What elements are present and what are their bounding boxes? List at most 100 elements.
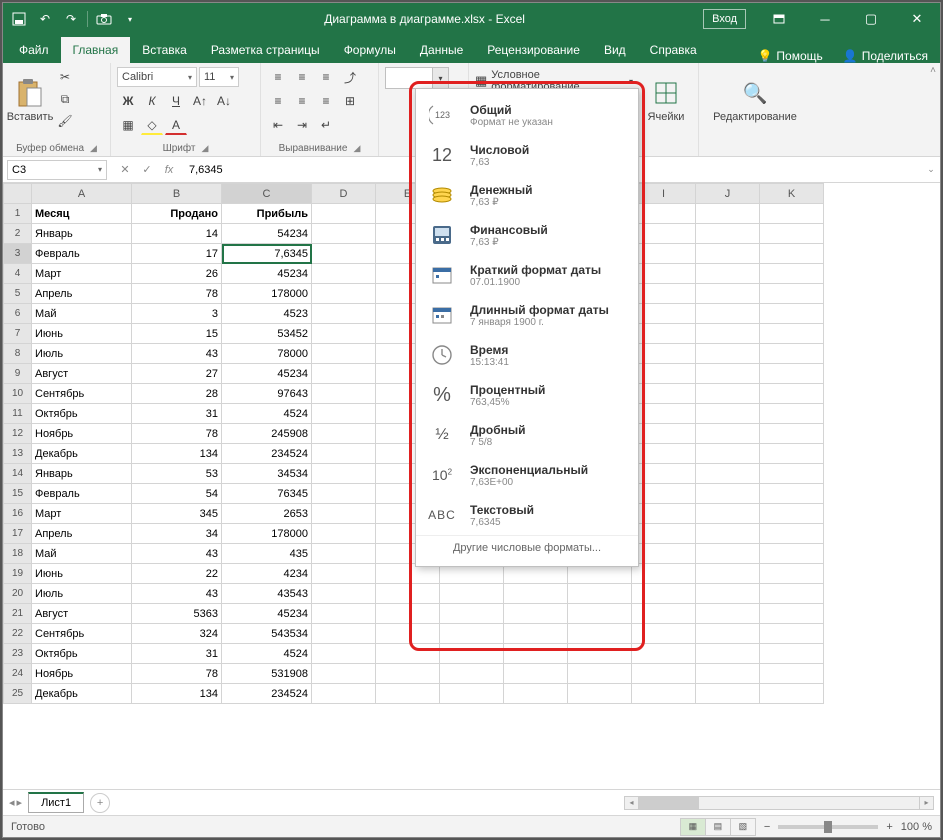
row-header[interactable]: 18: [4, 544, 32, 564]
cell[interactable]: Август: [32, 364, 132, 384]
format-option-pct[interactable]: % Процентный 763,45%: [416, 375, 638, 415]
cell[interactable]: [632, 304, 696, 324]
cell[interactable]: [696, 464, 760, 484]
cell[interactable]: [632, 424, 696, 444]
cell[interactable]: [760, 484, 824, 504]
cell[interactable]: 3: [132, 304, 222, 324]
cell[interactable]: 43: [132, 544, 222, 564]
row-header[interactable]: 23: [4, 644, 32, 664]
cell[interactable]: [312, 444, 376, 464]
row-header[interactable]: 6: [4, 304, 32, 324]
cell[interactable]: Июль: [32, 344, 132, 364]
format-option-acct[interactable]: Финансовый 7,63 ₽: [416, 215, 638, 255]
cell[interactable]: 31: [132, 644, 222, 664]
tellme-label[interactable]: Помощь: [776, 49, 822, 63]
cell[interactable]: [696, 404, 760, 424]
align-middle-icon[interactable]: ≡: [291, 67, 313, 87]
cell[interactable]: 178000: [222, 284, 312, 304]
cell[interactable]: [312, 304, 376, 324]
cell[interactable]: Июль: [32, 584, 132, 604]
cell[interactable]: [632, 324, 696, 344]
cell[interactable]: [632, 604, 696, 624]
cell[interactable]: [760, 504, 824, 524]
row-header[interactable]: 21: [4, 604, 32, 624]
cell[interactable]: 2653: [222, 504, 312, 524]
cell[interactable]: [632, 284, 696, 304]
tab-view[interactable]: Вид: [592, 37, 638, 63]
scroll-left-icon[interactable]: ◂: [625, 797, 639, 809]
cell[interactable]: [632, 264, 696, 284]
cell[interactable]: [376, 644, 440, 664]
row-header[interactable]: 8: [4, 344, 32, 364]
fx-icon[interactable]: fx: [159, 160, 179, 180]
row-header[interactable]: 25: [4, 684, 32, 704]
align-top-icon[interactable]: ≡: [267, 67, 289, 87]
format-painter-icon[interactable]: 🖌: [55, 111, 75, 131]
cell[interactable]: Сентябрь: [32, 384, 132, 404]
sheet-tab[interactable]: Лист1: [28, 792, 84, 813]
cell[interactable]: Октябрь: [32, 644, 132, 664]
cell[interactable]: 78: [132, 664, 222, 684]
borders-icon[interactable]: ▦: [117, 115, 139, 135]
format-option-ldate[interactable]: Длинный формат даты 7 января 1900 г.: [416, 295, 638, 335]
cell[interactable]: 76345: [222, 484, 312, 504]
column-header[interactable]: K: [760, 184, 824, 204]
cell[interactable]: [376, 584, 440, 604]
decrease-font-icon[interactable]: A↓: [213, 91, 235, 111]
cell[interactable]: [312, 204, 376, 224]
cell[interactable]: [312, 604, 376, 624]
cell[interactable]: [760, 244, 824, 264]
cell[interactable]: [760, 424, 824, 444]
cell[interactable]: Март: [32, 504, 132, 524]
cell[interactable]: [760, 284, 824, 304]
column-header[interactable]: B: [132, 184, 222, 204]
cell[interactable]: [696, 484, 760, 504]
cell[interactable]: Август: [32, 604, 132, 624]
cell[interactable]: 134: [132, 684, 222, 704]
bold-button[interactable]: Ж: [117, 91, 139, 111]
cell[interactable]: [760, 624, 824, 644]
zoom-in-icon[interactable]: +: [886, 821, 892, 833]
cell[interactable]: [312, 244, 376, 264]
cell[interactable]: 15: [132, 324, 222, 344]
column-header[interactable]: I: [632, 184, 696, 204]
cell[interactable]: 78: [132, 424, 222, 444]
cell[interactable]: Декабрь: [32, 684, 132, 704]
font-size-combo[interactable]: 11▾: [199, 67, 239, 87]
cell[interactable]: [632, 224, 696, 244]
cell[interactable]: 4523: [222, 304, 312, 324]
column-header[interactable]: D: [312, 184, 376, 204]
cell[interactable]: 34534: [222, 464, 312, 484]
cell[interactable]: [696, 524, 760, 544]
cell[interactable]: 7,6345: [222, 244, 312, 264]
format-option-sdate[interactable]: Краткий формат даты 07.01.1900: [416, 255, 638, 295]
underline-button[interactable]: Ч: [165, 91, 187, 111]
cell[interactable]: 531908: [222, 664, 312, 684]
decrease-indent-icon[interactable]: ⇤: [267, 115, 289, 135]
cell[interactable]: [632, 244, 696, 264]
tab-layout[interactable]: Разметка страницы: [199, 37, 332, 63]
cell[interactable]: [632, 584, 696, 604]
cell[interactable]: [696, 224, 760, 244]
cell[interactable]: [504, 624, 568, 644]
dialog-launcher-icon[interactable]: ◢: [201, 143, 208, 154]
cell[interactable]: Май: [32, 304, 132, 324]
cell[interactable]: [312, 504, 376, 524]
cell[interactable]: [312, 264, 376, 284]
cell[interactable]: [312, 384, 376, 404]
cell[interactable]: 28: [132, 384, 222, 404]
cell[interactable]: [760, 224, 824, 244]
format-option-sci[interactable]: 102 Экспоненциальный 7,63E+00: [416, 455, 638, 495]
row-header[interactable]: 22: [4, 624, 32, 644]
cell[interactable]: [312, 664, 376, 684]
cell[interactable]: 4524: [222, 644, 312, 664]
cell[interactable]: Ноябрь: [32, 664, 132, 684]
cell[interactable]: [760, 604, 824, 624]
cell[interactable]: [760, 344, 824, 364]
cell[interactable]: [632, 364, 696, 384]
cell[interactable]: [504, 584, 568, 604]
cell[interactable]: Продано: [132, 204, 222, 224]
qat-more-icon[interactable]: ▾: [120, 9, 140, 29]
cell[interactable]: [568, 684, 632, 704]
tab-formulas[interactable]: Формулы: [332, 37, 408, 63]
